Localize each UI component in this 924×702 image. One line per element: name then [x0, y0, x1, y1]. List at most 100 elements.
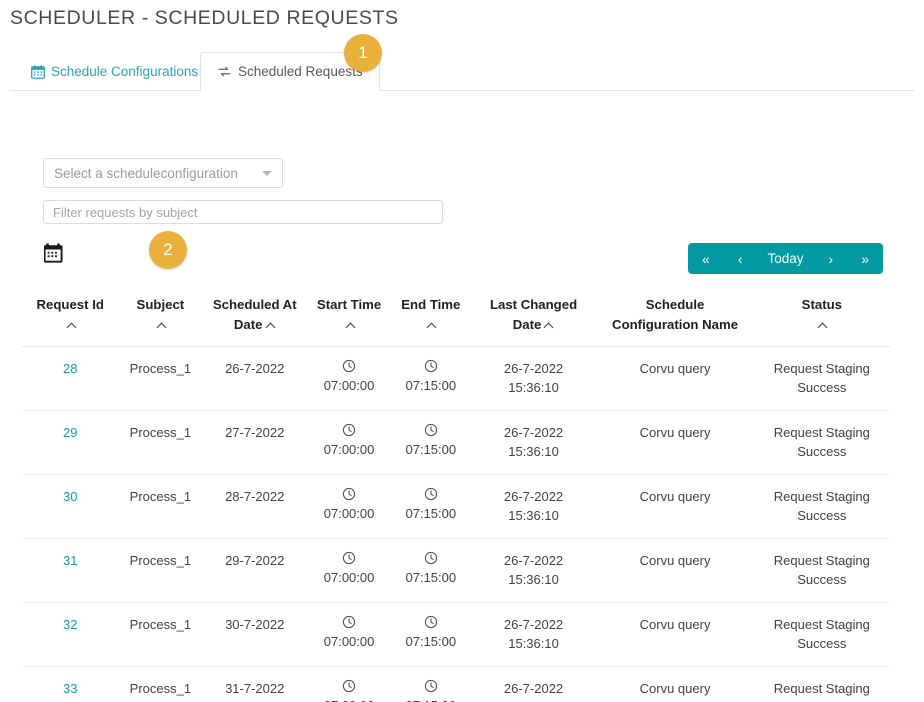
- clock-icon: [424, 359, 438, 373]
- status-line-2: Success: [797, 444, 847, 460]
- cell-scheduled-at-date: 28-7-2022: [202, 474, 308, 539]
- cell-end-time: 07:15:00: [390, 346, 471, 411]
- status-line-2: Success: [797, 572, 847, 588]
- table-row: 28 Process_1 26-7-2022 07:00:00 07:15:00 26-7…: [22, 346, 890, 411]
- last-changed-time-value: 15:36:10: [475, 698, 593, 702]
- column-header-status[interactable]: Status: [753, 291, 890, 347]
- nav-first-button[interactable]: «: [688, 243, 724, 274]
- nav-today-button[interactable]: Today: [757, 243, 815, 274]
- column-header-label: End Time: [401, 297, 461, 312]
- sort-chevron-icon[interactable]: [758, 315, 886, 335]
- chevron-down-icon: [262, 170, 272, 176]
- table-row: 33 Process_131-7-2022 07:00:00 07:15:00 26-7…: [22, 666, 890, 702]
- start-time-value: 07:00:00: [323, 505, 375, 521]
- cell-subject: Process_1: [118, 410, 203, 475]
- subject-filter-input[interactable]: [43, 200, 443, 224]
- cell-scheduled-at-date: 29-7-2022: [202, 538, 308, 603]
- status-line-1: Request Staging: [773, 616, 870, 632]
- column-header-schedule-configuration-name[interactable]: Schedule Configuration Name: [596, 291, 754, 347]
- last-changed-time-value: 15:36:10: [508, 572, 559, 588]
- cell-last-changed-date: 26-7-2022 15:36:10: [470, 474, 597, 539]
- sort-chevron-icon[interactable]: [311, 315, 387, 335]
- cell-subject: Process_1: [118, 474, 203, 539]
- column-header-last-changed-date[interactable]: Last Changed Date: [470, 291, 597, 347]
- scheduler-page: SCHEDULER - SCHEDULED REQUESTS Schedule …: [0, 0, 924, 702]
- annotation-badge-1: 1: [344, 34, 382, 72]
- clock-icon: [424, 423, 438, 437]
- status-line-1: Request Staging: [773, 680, 870, 696]
- start-time-value: 07:00:00: [323, 377, 375, 393]
- cell-end-time: 07:15:00: [390, 474, 471, 539]
- cell-schedule-configuration-name: Corvu query: [596, 538, 754, 603]
- request-id-link[interactable]: 32: [63, 617, 77, 632]
- cell-subject: Process_1: [118, 538, 203, 603]
- clock-icon: [342, 423, 356, 437]
- scheduled-requests-table-wrapper: Request Id Subject Scheduled At Date Sta…: [22, 291, 890, 702]
- calendar-icon: [43, 243, 65, 268]
- sort-chevron-icon[interactable]: [26, 315, 114, 335]
- column-header-subject[interactable]: Subject: [118, 291, 203, 347]
- nav-prev-button[interactable]: ‹: [724, 243, 757, 274]
- request-id-link[interactable]: 30: [63, 489, 77, 504]
- sort-chevron-icon[interactable]: [267, 321, 276, 330]
- cell-schedule-configuration-name: Corvu query: [596, 474, 754, 539]
- column-header-label-line2: Date: [512, 317, 542, 333]
- tab-schedule-configurations[interactable]: Schedule Configurations: [14, 52, 214, 91]
- clock-icon: [342, 359, 356, 373]
- cell-scheduled-at-date: 26-7-2022: [202, 346, 308, 411]
- cell-start-time: 07:00:00: [307, 666, 391, 702]
- annotation-badge-2: 2: [149, 231, 187, 269]
- start-time-value: 07:00:00: [324, 696, 375, 702]
- sort-chevron-icon[interactable]: [545, 321, 554, 330]
- cell-last-changed-date: 26-7-2022 15:36:10: [470, 666, 597, 702]
- cell-request-id: 30: [22, 474, 119, 539]
- start-time-value: 07:00:00: [323, 441, 375, 457]
- column-header-label: Start Time: [316, 297, 382, 312]
- last-changed-date-value: 26-7-2022: [503, 616, 564, 632]
- end-time-value: 07:15:00: [405, 505, 457, 521]
- end-time-value: 07:15:00: [405, 441, 457, 457]
- end-time-value: 07:15:00: [406, 696, 457, 702]
- table-row: 30 Process_1 28-7-2022 07:00:00 07:15:00 26-7…: [22, 474, 890, 539]
- request-id-link[interactable]: 29: [63, 425, 77, 440]
- column-header-label-line2: Date: [233, 317, 263, 333]
- schedule-configuration-select[interactable]: Select a scheduleconfiguration: [43, 158, 283, 188]
- column-header-label: Subject: [136, 297, 185, 312]
- request-id-link[interactable]: 31: [63, 553, 77, 568]
- sort-chevron-icon[interactable]: [395, 315, 467, 335]
- cell-start-time: 07:00:00: [307, 474, 391, 539]
- nav-last-button[interactable]: »: [847, 243, 883, 274]
- cell-status: Request Staging Success: [753, 346, 890, 411]
- column-header-scheduled-at-date[interactable]: Scheduled At Date: [202, 291, 308, 347]
- cell-subject: Process_1: [118, 666, 203, 702]
- column-header-start-time[interactable]: Start Time: [307, 291, 391, 347]
- cell-status: Request Staging Success: [753, 474, 890, 539]
- clock-icon: [342, 551, 356, 565]
- schedule-configuration-select-value: Select a scheduleconfiguration: [54, 165, 238, 181]
- cell-end-time: 07:15:00: [390, 538, 471, 603]
- table-row: 32 Process_1 30-7-2022 07:00:00 07:15:00 26-7…: [22, 602, 890, 667]
- cell-scheduled-at-date: 27-7-2022: [202, 410, 308, 475]
- column-header-end-time[interactable]: End Time: [390, 291, 471, 347]
- last-changed-date-value: 26-7-2022: [503, 680, 564, 696]
- last-changed-date-value: 26-7-2022: [503, 488, 564, 504]
- cell-scheduled-at-date: 30-7-2022: [202, 602, 308, 667]
- request-id-link[interactable]: 33: [63, 681, 77, 696]
- sort-chevron-icon[interactable]: [122, 315, 198, 335]
- cell-end-time: 07:15:00: [390, 410, 471, 475]
- cell-status: Request Staging Success: [753, 666, 890, 702]
- last-changed-time-value: 15:36:10: [508, 380, 559, 396]
- last-changed-date-value: 26-7-2022: [503, 424, 564, 440]
- page-title: SCHEDULER - SCHEDULED REQUESTS: [10, 7, 399, 29]
- cell-schedule-configuration-name: Corvu query: [596, 410, 754, 475]
- column-header-request-id[interactable]: Request Id: [22, 291, 119, 347]
- table-header: Request Id Subject Scheduled At Date Sta…: [22, 291, 890, 347]
- status-line-1: Request Staging: [773, 360, 870, 376]
- cell-start-time: 07:00:00: [307, 602, 391, 667]
- last-changed-time-value: 15:36:10: [508, 508, 559, 524]
- cell-last-changed-date: 26-7-2022 15:36:10: [470, 410, 597, 475]
- calendar-picker-button[interactable]: [41, 241, 67, 269]
- nav-next-button[interactable]: ›: [815, 243, 848, 274]
- refresh-sync-icon: [217, 64, 232, 79]
- request-id-link[interactable]: 28: [63, 361, 77, 376]
